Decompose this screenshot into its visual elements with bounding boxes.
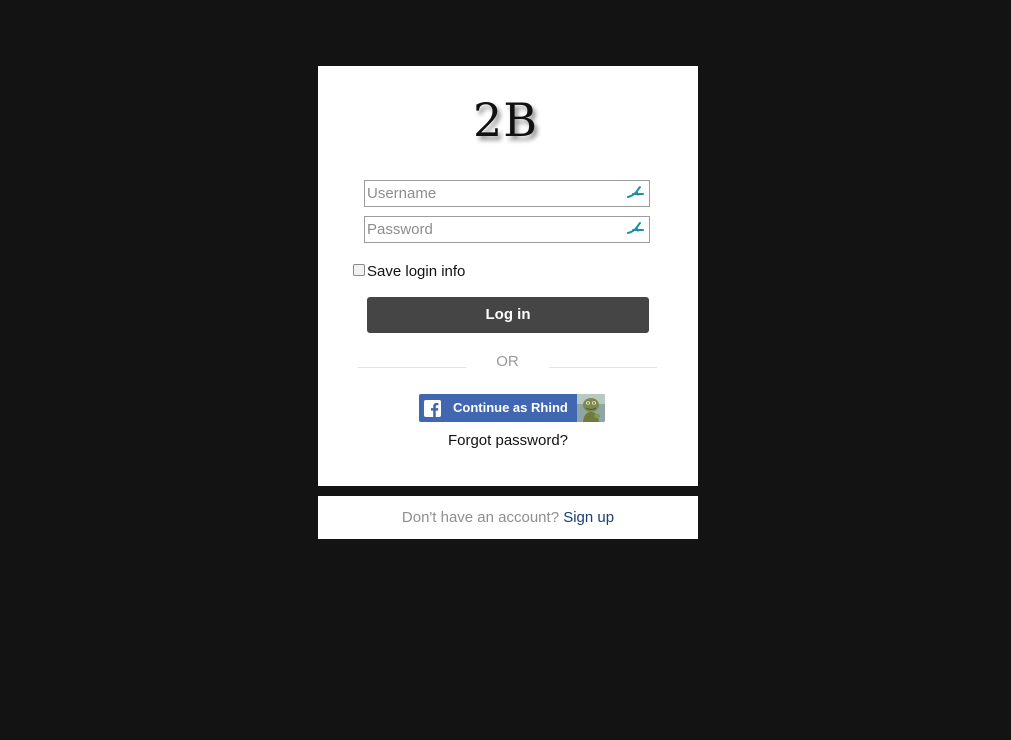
user-avatar — [577, 394, 605, 422]
key-icon[interactable] — [626, 185, 646, 202]
password-field[interactable] — [364, 216, 650, 243]
key-icon[interactable] — [626, 221, 646, 238]
divider-line — [358, 367, 466, 368]
username-input[interactable] — [365, 181, 617, 206]
facebook-logo-icon — [424, 400, 441, 417]
logo: 2B — [472, 93, 539, 147]
signup-link[interactable]: Sign up — [563, 509, 614, 526]
password-input[interactable] — [365, 217, 617, 242]
save-login-checkbox[interactable] — [353, 264, 365, 276]
facebook-button-label: Continue as Rhind — [453, 400, 568, 415]
continue-with-facebook-button[interactable]: Continue as Rhind — [419, 394, 605, 422]
forgot-password-link[interactable]: Forgot password? — [418, 432, 598, 449]
username-field[interactable] — [364, 180, 650, 207]
signup-prompt-text: Don't have an account? — [401, 509, 560, 526]
or-divider-text: OR — [496, 353, 519, 370]
save-login-label[interactable]: Save login info — [367, 263, 465, 280]
signup-prompt: Don't have an account? Sign up — [318, 509, 698, 526]
login-button[interactable]: Log in — [367, 297, 649, 333]
divider-line — [549, 367, 657, 368]
